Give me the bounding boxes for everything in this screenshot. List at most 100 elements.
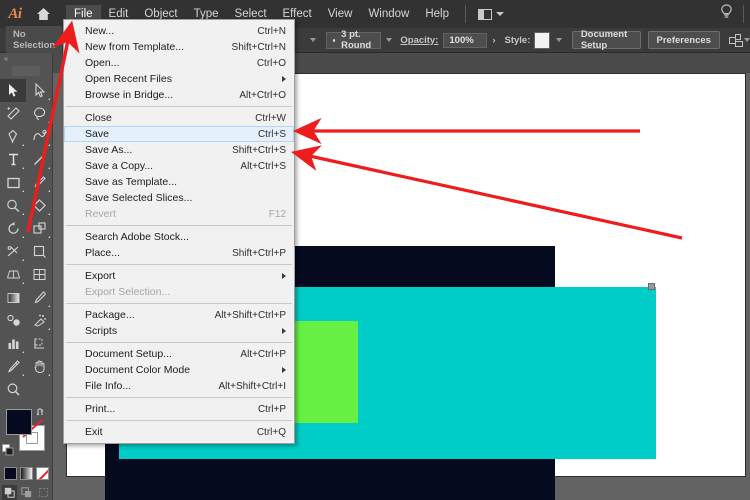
arrange-documents-icon[interactable] xyxy=(474,7,508,22)
default-fill-stroke-icon[interactable] xyxy=(2,443,14,456)
shaper-tool[interactable] xyxy=(0,194,26,217)
menu-option-label: Open... xyxy=(85,57,120,69)
menu-option-label: Save as Template... xyxy=(85,176,178,188)
selection-tool[interactable] xyxy=(0,79,26,102)
menu-option-save-selected-slices[interactable]: Save Selected Slices... xyxy=(64,190,294,206)
paintbrush-tool[interactable] xyxy=(26,171,52,194)
menu-option-shortcut: Ctrl+W xyxy=(255,112,286,124)
perspective-grid-tool[interactable] xyxy=(0,263,26,286)
menu-option-label: Package... xyxy=(85,309,135,321)
align-objects-icon[interactable] xyxy=(728,33,743,47)
menu-option-new[interactable]: New... Ctrl+N xyxy=(64,23,294,39)
blend-tool[interactable] xyxy=(0,309,26,332)
tool-flyout-indicator-icon xyxy=(48,374,50,376)
style-chevron-down-icon[interactable] xyxy=(555,38,562,42)
menu-option-save-as-template[interactable]: Save as Template... xyxy=(64,174,294,190)
lightbulb-icon[interactable] xyxy=(720,3,733,25)
align-chevron-down-icon[interactable] xyxy=(744,38,750,42)
submenu-arrow-icon xyxy=(282,273,286,279)
rotate-tool[interactable] xyxy=(0,217,26,240)
menu-option-print[interactable]: Print... Ctrl+P xyxy=(64,401,294,417)
zoom-tool[interactable] xyxy=(0,378,26,401)
menu-option-package[interactable]: Package... Alt+Shift+Ctrl+P xyxy=(64,307,294,323)
illustrator-logo-text: Ai xyxy=(8,5,22,22)
tool-grid xyxy=(0,79,52,401)
eyedropper-tool[interactable] xyxy=(26,286,52,309)
opacity-stepper-arrow-icon[interactable]: › xyxy=(492,35,495,46)
scale-tool[interactable] xyxy=(26,217,52,240)
lasso-tool[interactable] xyxy=(26,102,52,125)
style-label: Style: xyxy=(504,34,531,46)
menu-option-file-info[interactable]: File Info... Alt+Shift+Ctrl+I xyxy=(64,378,294,394)
menu-option-shortcut: Shift+Ctrl+S xyxy=(232,144,286,156)
menu-option-label: Save a Copy... xyxy=(85,160,154,172)
symbol-sprayer-tool[interactable] xyxy=(26,309,52,332)
curvature-tool[interactable] xyxy=(26,125,52,148)
menu-separator xyxy=(66,342,292,343)
opacity-label: Opacity: xyxy=(400,34,439,46)
slice-tool[interactable] xyxy=(0,355,26,378)
menu-option-browse-in-bridge[interactable]: Browse in Bridge... Alt+Ctrl+O xyxy=(64,87,294,103)
magic-wand-tool[interactable] xyxy=(0,102,26,125)
menu-option-document-color-mode[interactable]: Document Color Mode xyxy=(64,362,294,378)
menu-option-save-as[interactable]: Save As... Shift+Ctrl+S xyxy=(64,142,294,158)
column-graph-tool[interactable] xyxy=(0,332,26,355)
menu-option-save-a-copy[interactable]: Save a Copy... Alt+Ctrl+S xyxy=(64,158,294,174)
tool-flyout-indicator-icon xyxy=(22,167,24,169)
menu-option-open[interactable]: Open... Ctrl+O xyxy=(64,55,294,71)
brush-chevron-down-icon[interactable] xyxy=(386,38,393,42)
brush-definition-dropdown[interactable]: 3 pt. Round xyxy=(326,29,382,51)
selection-handle-icon[interactable] xyxy=(648,283,655,290)
direct-selection-tool[interactable] xyxy=(26,79,52,102)
shape-builder-tool[interactable] xyxy=(26,194,52,217)
document-setup-button[interactable]: Document Setup xyxy=(571,29,641,51)
menu-item-view[interactable]: View xyxy=(320,5,361,23)
menu-option-document-setup[interactable]: Document Setup... Alt+Ctrl+P xyxy=(64,346,294,362)
color-mode-gradient[interactable] xyxy=(19,467,33,480)
draw-behind[interactable] xyxy=(19,485,34,500)
menu-option-close[interactable]: Close Ctrl+W xyxy=(64,110,294,126)
home-icon[interactable] xyxy=(30,0,56,28)
menu-option-label: Save xyxy=(85,128,109,140)
menu-option-save[interactable]: Save Ctrl+S xyxy=(64,126,294,142)
menu-option-export[interactable]: Export xyxy=(64,268,294,284)
menu-option-place[interactable]: Place... Shift+Ctrl+P xyxy=(64,245,294,261)
graphic-style-swatch[interactable] xyxy=(534,31,550,49)
menu-option-label: Search Adobe Stock... xyxy=(85,231,189,243)
collapse-panel-icon[interactable]: « xyxy=(0,53,52,65)
opacity-input[interactable]: 100% xyxy=(443,32,488,48)
menu-option-open-recent-files[interactable]: Open Recent Files xyxy=(64,71,294,87)
menu-option-search-adobe-stock[interactable]: Search Adobe Stock... xyxy=(64,229,294,245)
gradient-tool[interactable] xyxy=(0,286,26,309)
pen-tool[interactable] xyxy=(0,125,26,148)
menu-option-new-from-template[interactable]: New from Template... Shift+Ctrl+N xyxy=(64,39,294,55)
draw-inside[interactable] xyxy=(36,485,51,500)
rectangle-tool[interactable] xyxy=(0,171,26,194)
type-tool[interactable] xyxy=(0,148,26,171)
menu-option-label: Place... xyxy=(85,247,121,259)
menu-separator xyxy=(66,106,292,107)
tools-panel-grip[interactable] xyxy=(12,66,40,76)
submenu-arrow-icon xyxy=(282,76,286,82)
line-segment-tool[interactable] xyxy=(26,148,52,171)
tool-flyout-indicator-icon xyxy=(48,190,50,192)
artboard-tool[interactable] xyxy=(26,332,52,355)
preferences-button[interactable]: Preferences xyxy=(647,31,720,49)
menu-option-scripts[interactable]: Scripts xyxy=(64,323,294,339)
arrange-glyph-icon xyxy=(478,8,492,20)
hand-tool[interactable] xyxy=(26,355,52,378)
stroke-profile-chevron-down-icon[interactable] xyxy=(310,38,317,42)
width-tool[interactable] xyxy=(0,240,26,263)
draw-normal[interactable] xyxy=(1,485,17,500)
fill-swatch[interactable] xyxy=(6,409,32,435)
color-mode-solid[interactable] xyxy=(3,467,17,480)
mesh-tool[interactable] xyxy=(26,263,52,286)
swap-fill-stroke-icon[interactable] xyxy=(36,405,48,417)
menu-item-help[interactable]: Help xyxy=(417,5,457,23)
free-transform-tool[interactable] xyxy=(26,240,52,263)
menu-option-label: Revert xyxy=(85,208,116,220)
menu-option-shortcut: Alt+Ctrl+S xyxy=(240,160,286,172)
menu-option-exit[interactable]: Exit Ctrl+Q xyxy=(64,424,294,440)
menu-item-window[interactable]: Window xyxy=(360,5,417,23)
color-mode-none[interactable] xyxy=(35,467,49,480)
